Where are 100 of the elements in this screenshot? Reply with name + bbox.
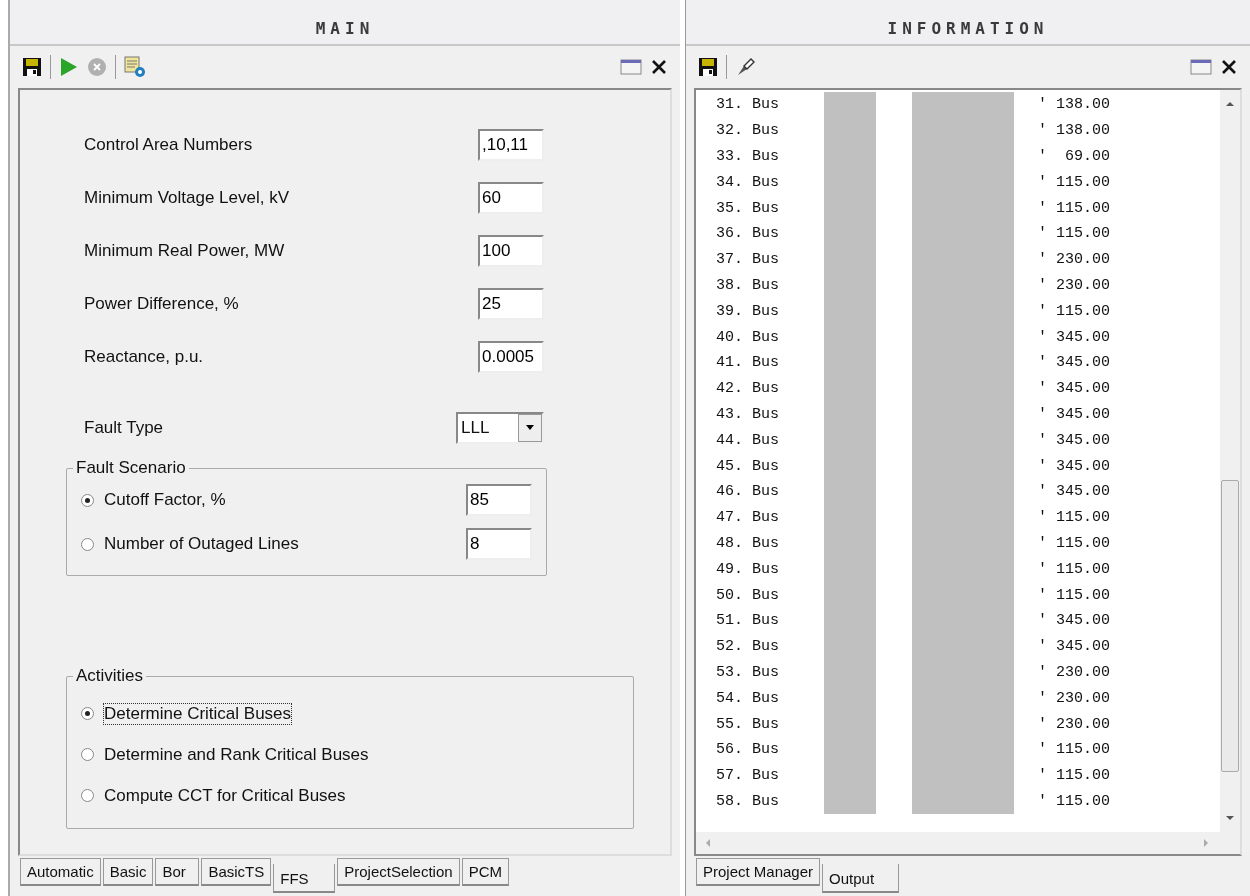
radio-button[interactable] [81, 748, 94, 761]
line-text: 37. Bus [716, 251, 780, 269]
line-value: ' 115.00 [1038, 767, 1110, 785]
radio-button[interactable] [81, 493, 94, 507]
line-value: ' 345.00 [1038, 354, 1110, 372]
field-label: Fault Type [84, 417, 164, 438]
field-label: Reactance, p.u. [84, 346, 204, 367]
input-field[interactable]: 100 [478, 234, 544, 267]
tab[interactable]: PCM [461, 858, 509, 886]
field-label: Control Area Numbers [84, 134, 253, 155]
close-icon[interactable] [1220, 58, 1238, 76]
line-value: ' 115.00 [1038, 509, 1110, 527]
tab[interactable]: Automatic [20, 858, 101, 886]
input-field[interactable]: 25 [478, 287, 544, 320]
redaction-block [824, 91, 876, 118]
line-text: 42. Bus [716, 380, 780, 398]
line-value: ' 345.00 [1038, 405, 1110, 423]
line-text: 31. Bus [716, 96, 780, 114]
line-text: 52. Bus [716, 638, 780, 656]
tab[interactable]: BasicTS [201, 858, 272, 886]
line-text: 41. Bus [716, 354, 780, 372]
line-value: ' 115.00 [1038, 302, 1110, 320]
line-text: 44. Bus [716, 431, 780, 449]
tab[interactable]: FFS [273, 864, 336, 893]
input-field[interactable]: 85 [466, 484, 532, 516]
tab[interactable]: Bor [155, 858, 200, 886]
line-value: ' 230.00 [1038, 689, 1110, 707]
line-text: 54. Bus [716, 689, 780, 707]
line-text: 36. Bus [716, 225, 780, 243]
line-text: 38. Bus [716, 276, 780, 294]
line-value: ' 345.00 [1038, 328, 1110, 346]
line-text: 56. Bus [716, 741, 780, 759]
line-text: 35. Bus [716, 199, 780, 217]
line-text: 50. Bus [716, 586, 780, 604]
input-field[interactable]: ,10,11 [478, 128, 544, 161]
line-text: 43. Bus [716, 405, 780, 423]
line-text: 57. Bus [716, 767, 780, 785]
line-value: ' 230.00 [1038, 715, 1110, 733]
line-text: 45. Bus [716, 457, 780, 475]
line-text: 46. Bus [716, 483, 780, 501]
line-text: 33. Bus [716, 148, 780, 165]
option-label: Cutoff Factor, % [104, 490, 227, 510]
scroll-down-icon[interactable] [1225, 814, 1235, 822]
line-value: ' 345.00 [1038, 380, 1110, 398]
radio-button[interactable] [81, 537, 94, 551]
tab[interactable]: Basic [102, 858, 154, 886]
line-value: ' 69.00 [1038, 148, 1110, 165]
line-text: 55. Bus [716, 715, 780, 733]
tab[interactable]: Output [822, 864, 900, 893]
line-value: ' 115.00 [1038, 173, 1110, 191]
line-value: ' 230.00 [1038, 663, 1110, 681]
line-value: ' 115.00 [1038, 225, 1110, 243]
play-icon[interactable] [59, 57, 79, 77]
line-value: ' 115.00 [1038, 586, 1110, 604]
maximize-icon[interactable] [1190, 57, 1212, 77]
radio-button[interactable] [81, 707, 94, 720]
scroll-up-icon[interactable] [1225, 100, 1235, 108]
vertical-scrollbar[interactable] [1220, 90, 1240, 832]
line-text: 32. Bus [716, 122, 780, 140]
line-text: 49. Bus [716, 560, 780, 578]
save-icon[interactable] [22, 57, 42, 77]
input-field[interactable]: 8 [466, 528, 532, 560]
tab[interactable]: Project Manager [696, 858, 821, 886]
line-value: ' 230.00 [1038, 276, 1110, 294]
field-label: Minimum Voltage Level, kV [84, 187, 290, 208]
line-value: ' 138.00 [1038, 96, 1110, 114]
line-value: ' 230.00 [1038, 251, 1110, 269]
tab[interactable]: ProjectSelection [337, 858, 460, 886]
line-value: ' 115.00 [1038, 534, 1110, 552]
radio-button[interactable] [81, 789, 94, 802]
line-value: ' 115.00 [1038, 741, 1110, 759]
line-text: 34. Bus [716, 173, 780, 191]
caret-icon[interactable] [525, 424, 535, 431]
option-label: Determine and Rank Critical Buses [104, 744, 369, 765]
field-label: Minimum Real Power, MW [84, 240, 285, 261]
fault-type-dropdown[interactable]: LLL [456, 411, 544, 444]
line-text: 39. Bus [716, 302, 780, 320]
line-text: 51. Bus [716, 612, 780, 630]
input-field[interactable]: 0.0005 [478, 340, 544, 373]
option-label: Number of Outaged Lines [104, 534, 300, 554]
line-value: ' 345.00 [1038, 612, 1110, 630]
line-value: ' 345.00 [1038, 431, 1110, 449]
maximize-icon[interactable] [620, 57, 642, 77]
line-value: ' 345.00 [1038, 483, 1110, 501]
input-field[interactable]: 60 [478, 181, 544, 214]
close-icon[interactable] [650, 58, 668, 76]
document-settings-icon[interactable] [124, 56, 146, 78]
line-text: 53. Bus [716, 663, 780, 681]
save-icon[interactable] [698, 57, 718, 77]
scroll-thumb[interactable] [1221, 480, 1239, 772]
redaction-block [824, 788, 876, 815]
line-text: 40. Bus [716, 328, 780, 346]
line-text: 47. Bus [716, 509, 780, 527]
line-value: ' 115.00 [1038, 199, 1110, 217]
line-text: 48. Bus [716, 534, 780, 552]
option-label: Determine Critical Buses [104, 703, 292, 724]
line-value: ' 115.00 [1038, 792, 1110, 810]
field-label: Power Difference, % [84, 293, 239, 314]
option-label: Compute CCT for Critical Buses [104, 785, 346, 806]
line-value: ' 115.00 [1038, 560, 1110, 578]
